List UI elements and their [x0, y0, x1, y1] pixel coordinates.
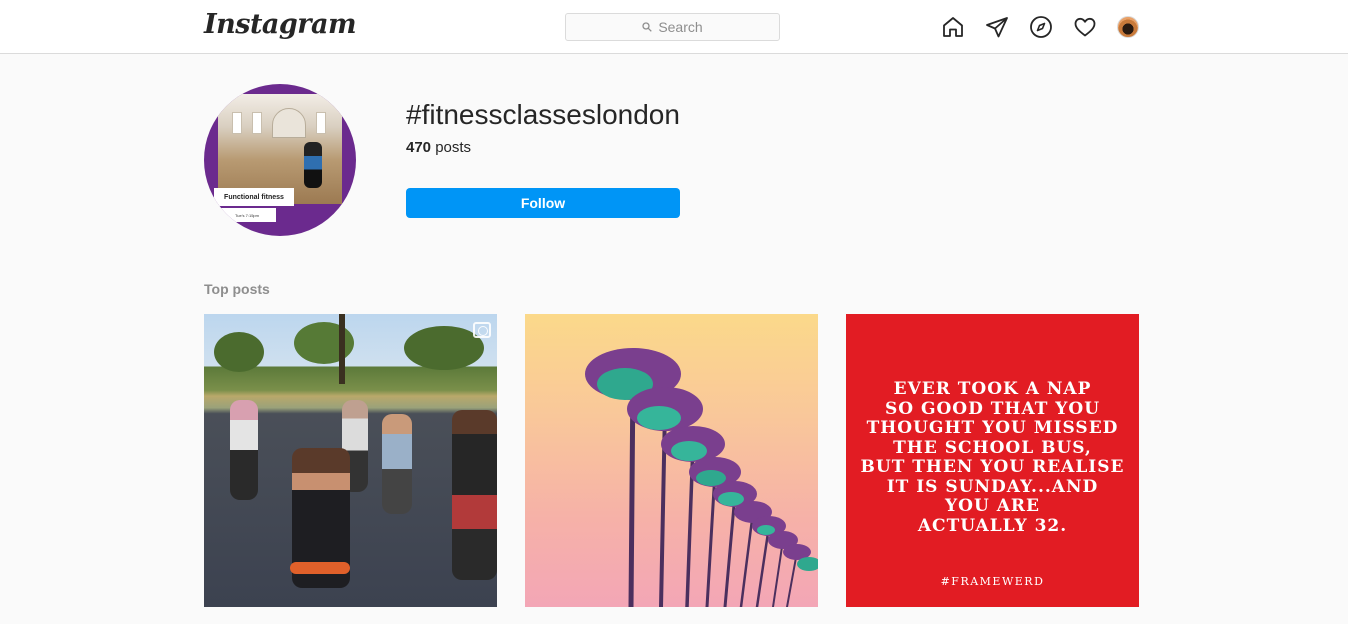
avatar-banner-text: Functional fitness [214, 188, 294, 206]
instagram-logo[interactable]: Instagram [204, 9, 357, 40]
quote-credit: #FRAMEWERD [940, 575, 1045, 588]
hashtag-avatar: Functional fitness Tue's 7:15pm [204, 84, 356, 236]
resistance-band-shape [290, 562, 350, 574]
post-tile[interactable]: EVER TOOK A NAP SO GOOD THAT YOU THOUGHT… [846, 314, 1139, 607]
tree-shape [214, 332, 264, 372]
tree-shape [404, 326, 484, 370]
explore-icon[interactable] [1029, 15, 1053, 39]
top-navigation-bar: Instagram Search [0, 0, 1348, 54]
search-input[interactable]: Search [565, 13, 780, 41]
person-shape [230, 400, 258, 500]
search-placeholder: Search [658, 19, 703, 35]
tree-shape [294, 322, 354, 364]
post-tile[interactable] [204, 314, 497, 607]
page-title: #fitnessclasseslondon [406, 99, 680, 130]
post-tile[interactable] [525, 314, 818, 607]
person-shape [452, 410, 497, 580]
person-shape [304, 142, 322, 188]
window-shape [316, 112, 326, 134]
post-count-number: 470 [406, 139, 432, 156]
person-shape [382, 414, 412, 514]
carousel-icon [473, 322, 491, 338]
tree-trunk [339, 314, 345, 384]
search-icon [642, 22, 653, 32]
top-posts-heading: Top posts [204, 281, 270, 297]
follow-button[interactable]: Follow [406, 188, 680, 218]
window-shape [232, 112, 242, 134]
activity-icon[interactable] [1073, 15, 1097, 39]
arch-shape [272, 108, 306, 138]
home-icon[interactable] [941, 15, 965, 39]
window-shape [252, 112, 262, 134]
profile-avatar[interactable] [1117, 16, 1139, 38]
avatar-subtext: Tue's 7:15pm [218, 208, 276, 222]
post-count-label: posts [431, 139, 472, 156]
palm-trees-illustration [585, 348, 818, 607]
quote-text: EVER TOOK A NAP SO GOOD THAT YOU THOUGHT… [860, 379, 1125, 536]
post-count: 470 posts [406, 139, 471, 156]
direct-icon[interactable] [985, 15, 1009, 39]
